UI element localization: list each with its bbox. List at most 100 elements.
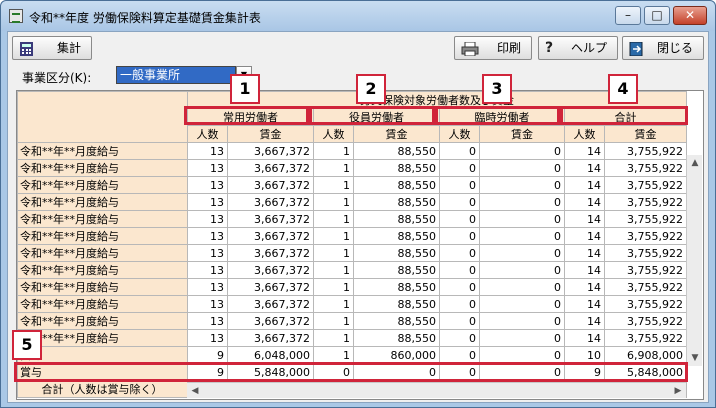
scroll-right-icon[interactable]: ▶ <box>670 383 686 399</box>
table-row[interactable]: 令和**年**月度給与 13 3,667,372 1 88,550 0 0 14 3,755,9… <box>17 278 687 296</box>
wage-cell[interactable]: 3,667,372 <box>227 261 314 279</box>
wage-cell[interactable]: 0 <box>479 278 565 296</box>
count-cell[interactable]: 1 <box>313 278 354 296</box>
summary-grid[interactable]: 労災保険対象労働者数及び賃金 常用労働者 役員労働者 臨時労働者 合計 人数 賃… <box>16 90 704 400</box>
wage-cell[interactable]: 88,550 <box>353 210 440 228</box>
wage-cell[interactable]: 0 <box>479 244 565 262</box>
count-cell[interactable]: 0 <box>439 142 480 160</box>
count-cell[interactable]: 14 <box>564 278 605 296</box>
wage-cell[interactable]: 88,550 <box>353 244 440 262</box>
wage-cell[interactable]: 0 <box>479 159 565 177</box>
count-cell[interactable]: 1 <box>313 142 354 160</box>
count-cell[interactable]: 0 <box>439 176 480 194</box>
wage-cell[interactable]: 88,550 <box>353 295 440 313</box>
wage-cell[interactable]: 88,550 <box>353 176 440 194</box>
count-cell[interactable]: 13 <box>187 159 228 177</box>
count-cell[interactable]: 13 <box>187 227 228 245</box>
count-cell[interactable]: 1 <box>313 210 354 228</box>
count-cell[interactable]: 14 <box>564 312 605 330</box>
table-row[interactable]: 令和**年**月度給与 13 3,667,372 1 88,550 0 0 14 3,755,9… <box>17 261 687 279</box>
table-row[interactable]: 令和**年**月度給与 13 3,667,372 1 88,550 0 0 14 3,755,9… <box>17 312 687 330</box>
wage-cell[interactable]: 3,755,922 <box>604 329 687 347</box>
wage-cell[interactable]: 3,667,372 <box>227 312 314 330</box>
count-cell[interactable]: 14 <box>564 261 605 279</box>
wage-cell[interactable]: 3,667,372 <box>227 244 314 262</box>
title-bar[interactable]: 令和**年度 労働保険料算定基礎賃金集計表 – □ ✕ <box>1 1 715 31</box>
maximize-button[interactable]: □ <box>644 6 670 25</box>
table-row[interactable]: 令和**年**月度給与 13 3,667,372 1 88,550 0 0 14 3,755,9… <box>17 295 687 313</box>
wage-cell[interactable]: 88,550 <box>353 261 440 279</box>
wage-cell[interactable]: 3,755,922 <box>604 159 687 177</box>
vertical-scrollbar[interactable]: ▲ ▼ <box>686 155 702 366</box>
count-cell[interactable]: 13 <box>187 142 228 160</box>
count-cell[interactable]: 0 <box>439 278 480 296</box>
count-cell[interactable]: 13 <box>187 210 228 228</box>
wage-cell[interactable]: 3,755,922 <box>604 295 687 313</box>
count-cell[interactable]: 14 <box>564 295 605 313</box>
wage-cell[interactable]: 0 <box>479 176 565 194</box>
wage-cell[interactable]: 3,755,922 <box>604 193 687 211</box>
count-cell[interactable]: 13 <box>187 176 228 194</box>
count-cell[interactable]: 13 <box>187 329 228 347</box>
wage-cell[interactable]: 3,755,922 <box>604 278 687 296</box>
count-cell[interactable]: 1 <box>313 244 354 262</box>
count-cell[interactable]: 13 <box>187 295 228 313</box>
count-cell[interactable]: 13 <box>187 278 228 296</box>
horizontal-scrollbar[interactable]: ◀ ▶ <box>187 382 686 398</box>
count-cell[interactable]: 14 <box>564 210 605 228</box>
table-row[interactable]: 賞与96,048,0001860,00000106,908,000 <box>17 346 687 364</box>
scroll-up-icon[interactable]: ▲ <box>687 155 703 171</box>
count-cell[interactable]: 0 <box>439 295 480 313</box>
count-cell[interactable]: 0 <box>439 210 480 228</box>
count-cell[interactable]: 1 <box>313 329 354 347</box>
count-cell[interactable]: 14 <box>564 142 605 160</box>
wage-cell[interactable]: 3,755,922 <box>604 312 687 330</box>
wage-cell[interactable]: 3,755,922 <box>604 142 687 160</box>
wage-cell[interactable]: 3,667,372 <box>227 159 314 177</box>
count-cell[interactable]: 0 <box>439 244 480 262</box>
count-cell[interactable]: 14 <box>564 244 605 262</box>
summary-button[interactable]: 集計 <box>12 36 92 60</box>
table-row[interactable]: 令和**年**月度給与 13 3,667,372 1 88,550 0 0 14 3,755,9… <box>17 227 687 245</box>
count-cell[interactable]: 0 <box>439 312 480 330</box>
count-cell[interactable]: 1 <box>313 159 354 177</box>
scroll-left-icon[interactable]: ◀ <box>187 383 203 399</box>
wage-cell[interactable]: 3,667,372 <box>227 142 314 160</box>
count-cell[interactable]: 13 <box>187 244 228 262</box>
wage-cell[interactable]: 88,550 <box>353 312 440 330</box>
count-cell[interactable]: 1 <box>313 227 354 245</box>
count-cell[interactable]: 0 <box>439 261 480 279</box>
count-cell[interactable]: 13 <box>187 193 228 211</box>
wage-cell[interactable]: 3,755,922 <box>604 227 687 245</box>
wage-cell[interactable]: 0 <box>479 142 565 160</box>
count-cell[interactable]: 14 <box>564 159 605 177</box>
wage-cell[interactable]: 3,755,922 <box>604 210 687 228</box>
wage-cell[interactable]: 3,667,372 <box>227 210 314 228</box>
count-cell[interactable]: 10 <box>564 346 605 364</box>
wage-cell[interactable]: 3,755,922 <box>604 176 687 194</box>
count-cell[interactable]: 0 <box>439 329 480 347</box>
table-row[interactable]: 令和**年**月度給与 13 3,667,372 1 88,550 0 0 14 3,755,9… <box>17 176 687 194</box>
count-cell[interactable]: 9 <box>187 346 228 364</box>
wage-cell[interactable]: 3,755,922 <box>604 244 687 262</box>
count-cell[interactable]: 13 <box>187 261 228 279</box>
count-cell[interactable]: 1 <box>313 261 354 279</box>
table-row[interactable]: 令和**年**月度給与 13 3,667,372 1 88,550 0 0 14 3,755,9… <box>17 193 687 211</box>
wage-cell[interactable]: 3,755,922 <box>604 261 687 279</box>
wage-cell[interactable]: 3,667,372 <box>227 227 314 245</box>
count-cell[interactable]: 1 <box>313 312 354 330</box>
wage-cell[interactable]: 0 <box>479 312 565 330</box>
wage-cell[interactable]: 88,550 <box>353 227 440 245</box>
count-cell[interactable]: 14 <box>564 176 605 194</box>
help-button[interactable]: ? ヘルプ <box>538 36 618 60</box>
table-row[interactable]: 令和**年**月度給与 13 3,667,372 1 88,550 0 0 14 3,755,9… <box>17 329 687 347</box>
count-cell[interactable]: 1 <box>313 176 354 194</box>
wage-cell[interactable]: 0 <box>479 295 565 313</box>
wage-cell[interactable]: 3,667,372 <box>227 176 314 194</box>
table-row[interactable]: 令和**年**月度給与 13 3,667,372 1 88,550 0 0 14 3,755,9… <box>17 159 687 177</box>
count-cell[interactable]: 0 <box>439 227 480 245</box>
wage-cell[interactable]: 88,550 <box>353 329 440 347</box>
wage-cell[interactable]: 88,550 <box>353 193 440 211</box>
count-cell[interactable]: 14 <box>564 329 605 347</box>
wage-cell[interactable]: 88,550 <box>353 142 440 160</box>
